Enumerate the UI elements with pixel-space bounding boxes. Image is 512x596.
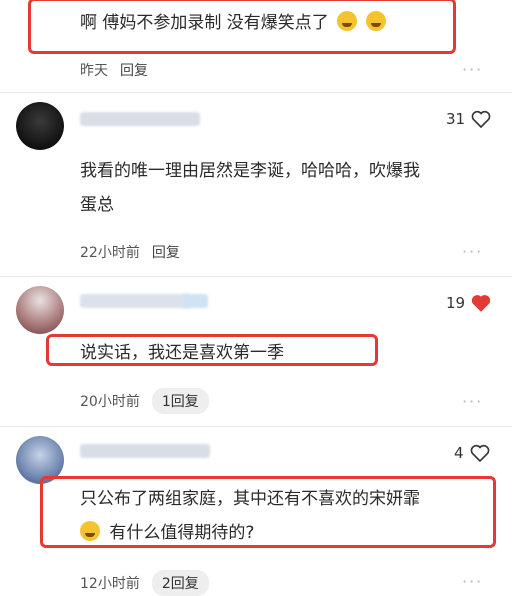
comment-1-text: 啊 傅妈不参加录制 没有爆笑点了 (80, 8, 386, 33)
like-button[interactable]: 4 (454, 444, 490, 462)
like-count: 4 (454, 444, 464, 462)
like-count: 31 (446, 110, 466, 128)
like-button[interactable]: 19 (446, 294, 491, 312)
comment-time: 昨天 (80, 63, 108, 79)
thinking-emoji-icon (80, 521, 100, 541)
comment-1-meta: 昨天 回复 (80, 60, 148, 80)
heart-filled-icon (471, 295, 491, 312)
heart-outline-icon (470, 444, 489, 462)
comment-3-text: 说实话，我还是喜欢第一季 (80, 343, 284, 363)
like-count: 19 (446, 294, 466, 312)
divider (0, 426, 512, 427)
like-button[interactable]: 31 (446, 110, 491, 128)
comment-4-text-line-1: 只公布了两组家庭，其中还有不喜欢的宋妍霏 (80, 489, 420, 509)
comment-2-text-line-2: 蛋总 (80, 195, 114, 215)
comment-time: 20小时前 (80, 394, 140, 410)
more-options-icon[interactable]: ··· (462, 242, 483, 261)
comment-2-meta: 22小时前 回复 (80, 242, 180, 262)
reply-button[interactable]: 回复 (152, 242, 180, 262)
username-blurred[interactable] (80, 112, 200, 126)
reply-button[interactable]: 回复 (120, 60, 148, 80)
user-badge-blurred (182, 294, 208, 308)
comment-3-meta: 20小时前 1回复 (80, 388, 209, 414)
avatar[interactable] (16, 286, 64, 334)
comment-time: 22小时前 (80, 245, 140, 261)
comment-2-text-line-1: 我看的唯一理由居然是李诞，哈哈哈，吹爆我 (80, 161, 420, 181)
more-options-icon[interactable]: ··· (462, 392, 483, 411)
comment-4-meta: 12小时前 2回复 (80, 570, 209, 596)
divider (0, 92, 512, 93)
username-blurred[interactable] (80, 294, 190, 308)
view-replies-button[interactable]: 1回复 (151, 388, 209, 414)
divider (0, 276, 512, 277)
more-options-icon[interactable]: ··· (462, 572, 483, 591)
more-options-icon[interactable]: ··· (462, 60, 483, 79)
comment-time: 12小时前 (80, 576, 140, 592)
heart-outline-icon (471, 110, 491, 128)
username-blurred[interactable] (80, 444, 210, 458)
avatar[interactable] (16, 102, 64, 150)
view-replies-button[interactable]: 2回复 (151, 570, 209, 596)
crying-emoji-icon (365, 11, 386, 31)
comment-4-text-line-2: 有什么值得期待的? (80, 518, 254, 543)
crying-emoji-icon (337, 11, 358, 31)
